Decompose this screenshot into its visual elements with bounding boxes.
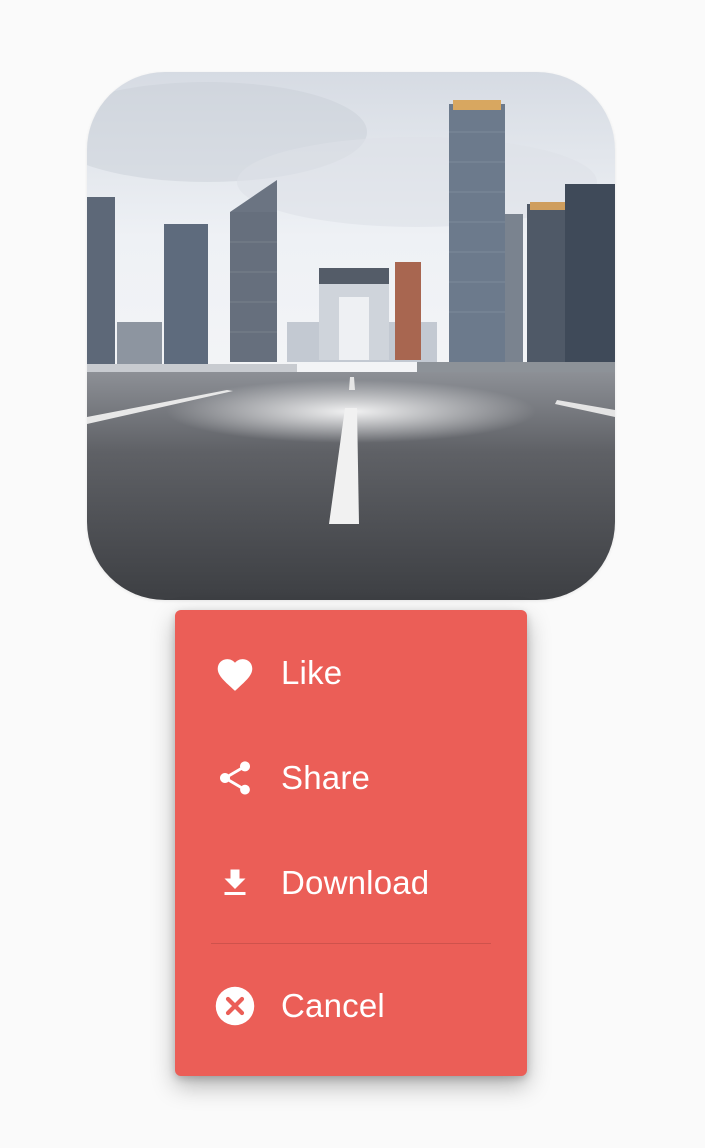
menu-item-cancel[interactable]: Cancel	[175, 948, 527, 1063]
share-icon	[213, 756, 257, 800]
screen: Like Share Download Cancel	[0, 0, 705, 1148]
menu-divider	[211, 943, 491, 944]
city-road-image[interactable]	[87, 72, 615, 600]
menu-item-share[interactable]: Share	[175, 725, 527, 830]
menu-item-download[interactable]: Download	[175, 830, 527, 935]
cancel-icon	[213, 984, 257, 1028]
menu-item-like[interactable]: Like	[175, 620, 527, 725]
context-menu: Like Share Download Cancel	[175, 610, 527, 1076]
heart-icon	[213, 651, 257, 695]
menu-item-label: Cancel	[281, 986, 385, 1024]
menu-item-label: Download	[281, 863, 430, 901]
download-icon	[213, 861, 257, 905]
menu-item-label: Share	[281, 758, 371, 796]
menu-item-label: Like	[281, 653, 343, 691]
